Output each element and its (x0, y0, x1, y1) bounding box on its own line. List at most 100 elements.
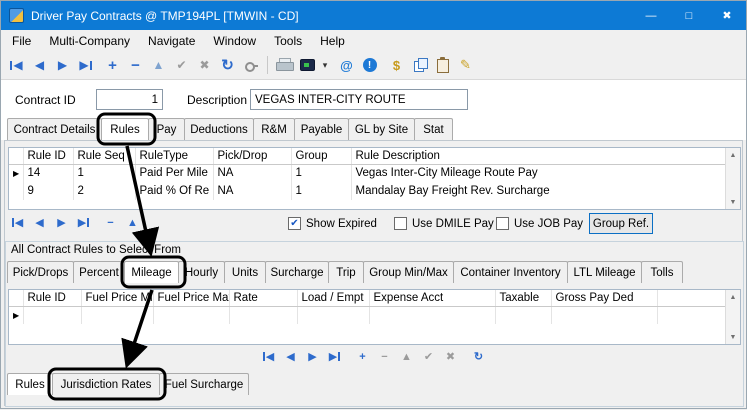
group-ref-button[interactable]: Group Ref. (589, 213, 653, 234)
contract-id-label: Contract ID (15, 93, 76, 107)
save-record-icon[interactable]: ✔ (419, 348, 438, 365)
cell-fuel-price-min (81, 306, 153, 324)
cell-fuel-price-max (153, 306, 229, 324)
window-controls: — □ ✖ (632, 1, 746, 30)
tab-surcharge[interactable]: Surcharge (265, 261, 329, 283)
show-expired-label: Show Expired (306, 218, 377, 230)
selector-column-header (9, 148, 23, 164)
contract-id-input[interactable] (96, 89, 163, 110)
tab-contract-details[interactable]: Contract Details (7, 118, 102, 140)
first-record-icon[interactable]: ◀ (8, 214, 27, 231)
menu-file[interactable]: File (3, 32, 40, 50)
copy-icon[interactable] (409, 55, 430, 76)
key-icon[interactable] (240, 55, 261, 76)
tab-stat[interactable]: Stat (414, 118, 453, 140)
first-record-icon[interactable]: ◀ (6, 55, 27, 76)
menu-window[interactable]: Window (204, 32, 265, 50)
menu-multi-company[interactable]: Multi-Company (40, 32, 139, 50)
use-job-pay-checkbox[interactable] (496, 217, 509, 230)
print-icon-shape (276, 58, 293, 72)
tab-tolls[interactable]: Tolls (641, 261, 683, 283)
paste-icon[interactable] (432, 55, 453, 76)
tab-units[interactable]: Units (224, 261, 266, 283)
delete-record-icon[interactable]: − (101, 214, 120, 231)
web-icon[interactable]: @ (336, 55, 357, 76)
tab-ltl-mileage[interactable]: LTL Mileage (567, 261, 642, 283)
info-icon[interactable]: ! (359, 55, 380, 76)
add-record-icon[interactable]: + (102, 55, 123, 76)
next-record-icon[interactable]: ▶ (303, 348, 322, 365)
screen-icon[interactable] (297, 55, 318, 76)
expand-record-icon[interactable]: ▲ (123, 214, 142, 231)
tab-deductions[interactable]: Deductions (184, 118, 254, 140)
prev-record-icon[interactable]: ◀ (29, 55, 50, 76)
column-header-rule-id: Rule ID (23, 148, 73, 164)
cell-gross-pay-ded (551, 306, 657, 324)
cell-group: 1 (291, 182, 351, 200)
menu-help[interactable]: Help (311, 32, 354, 50)
scroll-down-icon[interactable]: ▼ (727, 330, 740, 344)
screen-dropdown-icon[interactable]: ▾ (320, 55, 330, 76)
maximize-button[interactable]: □ (670, 1, 708, 30)
add-record-icon[interactable]: + (353, 348, 372, 365)
column-header-rate: Rate (229, 290, 297, 306)
first-record-icon[interactable]: ◀ (259, 348, 278, 365)
refresh-icon[interactable]: ↻ (217, 55, 238, 76)
next-record-icon[interactable]: ▶ (52, 55, 73, 76)
tab-jurisdiction-rates[interactable]: Jurisdiction Rates (52, 373, 160, 395)
use-dmile-pay-label: Use DMILE Pay (412, 218, 494, 230)
print-icon[interactable] (274, 55, 295, 76)
prev-record-icon[interactable]: ◀ (281, 348, 300, 365)
column-header-fuel-price-max: Fuel Price Max (153, 290, 229, 306)
last-record-icon[interactable]: ▶ (75, 55, 96, 76)
menu-bar: File Multi-Company Navigate Window Tools… (1, 30, 746, 51)
tab-percent[interactable]: Percent (73, 261, 125, 283)
tab-gl-by-site[interactable]: GL by Site (348, 118, 415, 140)
grid-vertical-scrollbar[interactable]: ▲ ▼ (725, 290, 740, 344)
tab-container-inventory[interactable]: Container Inventory (453, 261, 568, 283)
menu-tools[interactable]: Tools (265, 32, 311, 50)
last-record-icon[interactable]: ▶ (325, 348, 344, 365)
delete-record-icon[interactable]: − (375, 348, 394, 365)
cancel-edit-icon[interactable]: ✖ (194, 55, 215, 76)
window-title: Driver Pay Contracts @ TMP194PL [TMWIN -… (31, 9, 299, 23)
table-row[interactable]: 9 2 Paid % Of Re NA 1 Mandalay Bay Freig… (9, 182, 726, 200)
minimize-button[interactable]: — (632, 1, 670, 30)
scroll-up-icon[interactable]: ▲ (727, 148, 740, 162)
app-icon (9, 8, 24, 23)
refresh-icon[interactable]: ↻ (469, 348, 488, 365)
tab-fuel-surcharge[interactable]: Fuel Surcharge (159, 373, 249, 395)
expand-record-icon[interactable]: ▲ (148, 55, 169, 76)
scroll-down-icon[interactable]: ▼ (727, 195, 740, 209)
next-record-icon[interactable]: ▶ (52, 214, 71, 231)
column-header-ruletype: RuleType (135, 148, 213, 164)
grid-vertical-scrollbar[interactable]: ▲ ▼ (725, 148, 740, 209)
delete-record-icon[interactable]: − (125, 55, 146, 76)
funds-icon[interactable]: $ (386, 55, 407, 76)
tab-rules[interactable]: Rules (101, 118, 149, 140)
use-dmile-pay-checkbox[interactable] (394, 217, 407, 230)
last-record-icon[interactable]: ▶ (74, 214, 93, 231)
tab-pay[interactable]: Pay (148, 118, 185, 140)
cancel-edit-icon[interactable]: ✖ (441, 348, 460, 365)
expand-record-icon[interactable]: ▲ (397, 348, 416, 365)
prev-record-icon[interactable]: ◀ (30, 214, 49, 231)
tab-pick-drops[interactable]: Pick/Drops (7, 261, 74, 283)
close-button[interactable]: ✖ (708, 1, 746, 30)
tab-rules-bottom[interactable]: Rules (7, 373, 53, 395)
tab-mileage[interactable]: Mileage (124, 261, 179, 283)
table-row[interactable]: ▶ (9, 306, 726, 324)
tab-payable[interactable]: Payable (294, 118, 349, 140)
tab-hourly[interactable]: Hourly (178, 261, 225, 283)
edit-icon[interactable]: ✎ (455, 55, 476, 76)
tab-trip[interactable]: Trip (328, 261, 364, 283)
save-record-icon[interactable]: ✔ (171, 55, 192, 76)
tab-rm[interactable]: R&M (253, 118, 295, 140)
description-input[interactable] (250, 89, 468, 110)
scroll-up-icon[interactable]: ▲ (727, 290, 740, 304)
table-row[interactable]: ▶ 14 1 Paid Per Mile NA 1 Vegas Inter-Ci… (9, 164, 726, 182)
select-record-nav: ◀ ◀ ▶ ▶ + − ▲ ✔ ✖ ↻ (1, 348, 746, 365)
show-expired-checkbox[interactable]: ✔ (288, 217, 301, 230)
menu-navigate[interactable]: Navigate (139, 32, 204, 50)
tab-group-min-max[interactable]: Group Min/Max (363, 261, 454, 283)
